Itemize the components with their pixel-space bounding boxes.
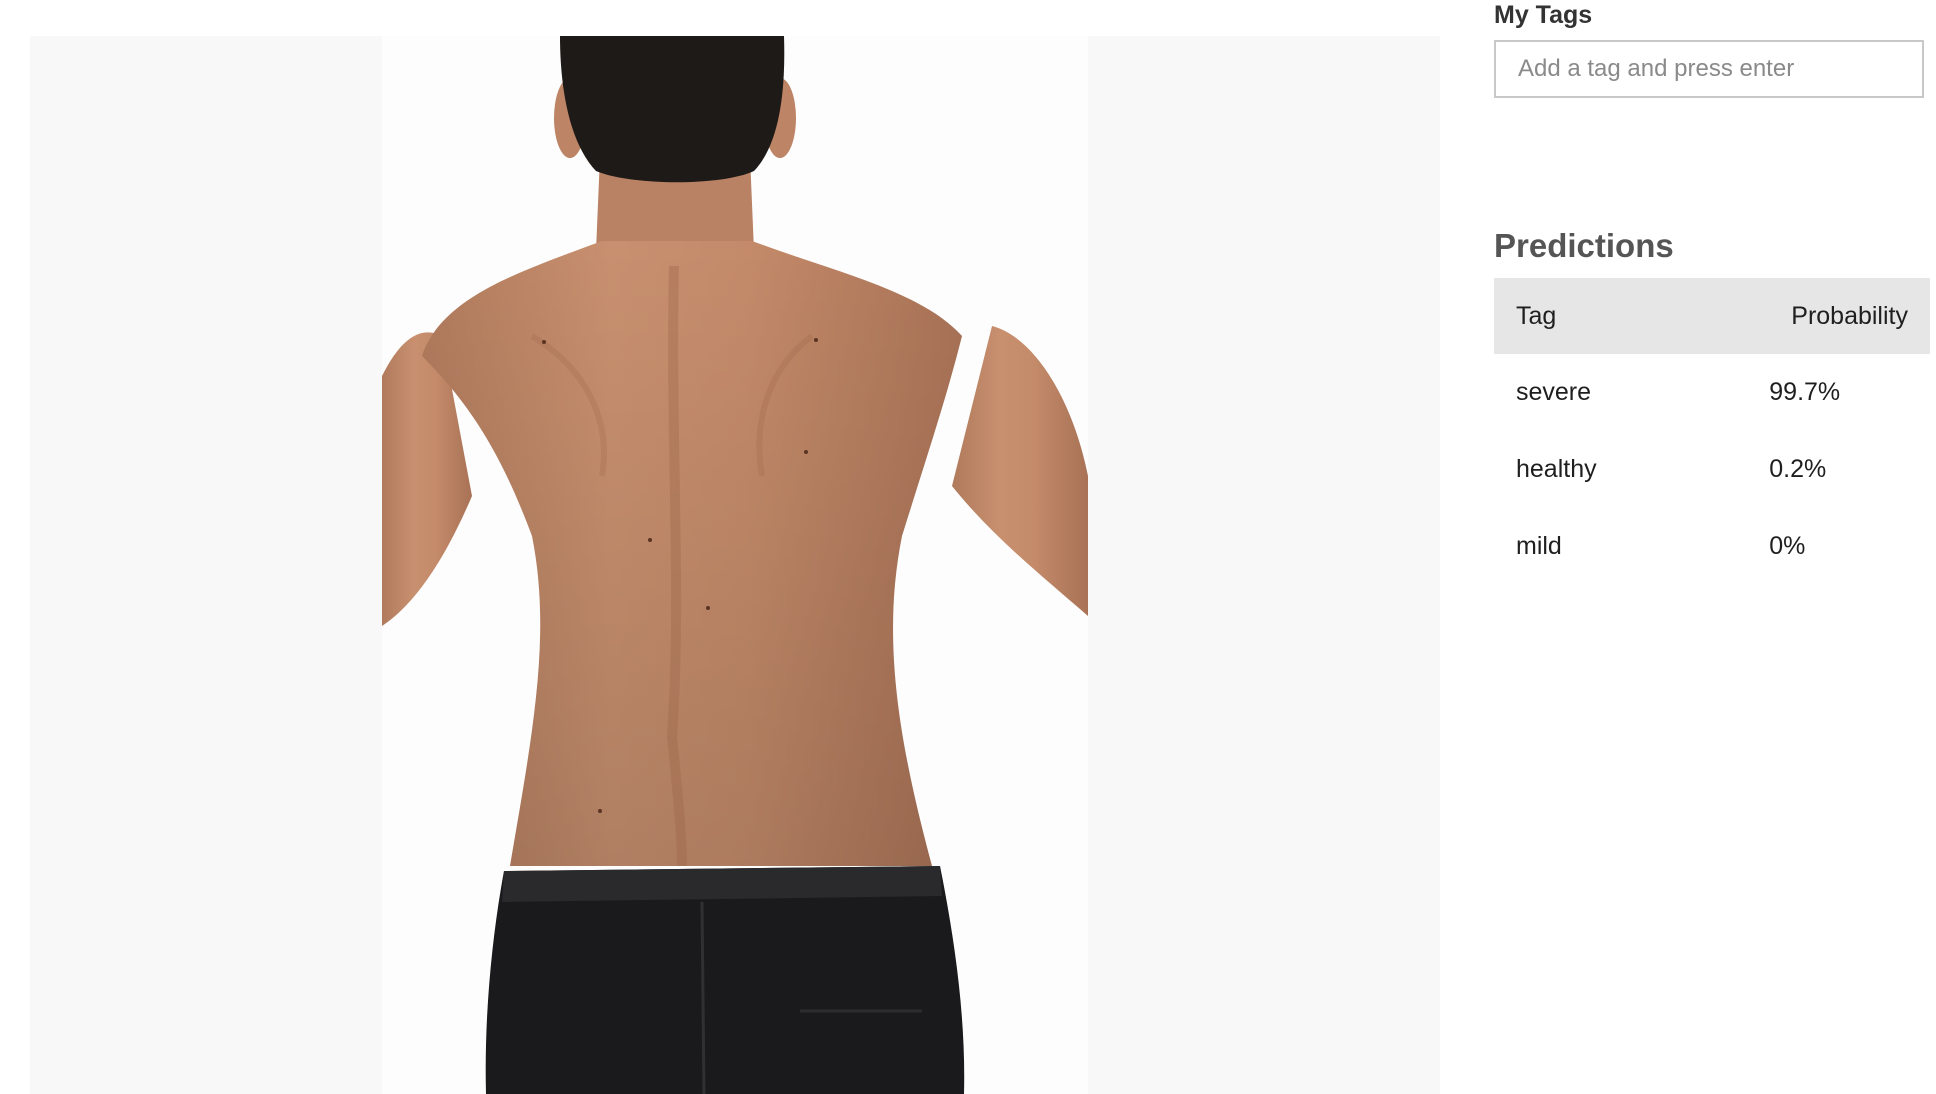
prediction-probability: 99.7%	[1769, 378, 1841, 406]
tag-input[interactable]	[1496, 42, 1922, 96]
column-header-probability[interactable]: Probability	[1769, 278, 1930, 354]
predictions-header-row: Tag Probability	[1494, 278, 1930, 354]
subject-photo	[382, 36, 1088, 1094]
table-row: mild 0%	[1494, 508, 1930, 585]
column-header-tag[interactable]: Tag	[1494, 278, 1770, 354]
tag-input-container	[1494, 40, 1924, 98]
side-panel: My Tags Predictions Tag Probability seve…	[1494, 0, 1930, 585]
prediction-tag: mild	[1516, 532, 1562, 560]
my-tags-heading: My Tags	[1494, 1, 1593, 29]
predictions-table: Tag Probability severe 99.7% healthy 0.2…	[1494, 278, 1930, 585]
table-row: healthy 0.2%	[1494, 431, 1930, 508]
prediction-probability: 0%	[1769, 532, 1806, 560]
prediction-probability: 0.2%	[1769, 455, 1827, 483]
page: My Tags Predictions Tag Probability seve…	[0, 0, 1936, 1094]
table-row: severe 99.7%	[1494, 354, 1930, 431]
prediction-tag: healthy	[1516, 455, 1597, 483]
image-viewer	[30, 36, 1440, 1094]
prediction-tag: severe	[1516, 378, 1592, 406]
predictions-heading: Predictions	[1494, 227, 1674, 264]
